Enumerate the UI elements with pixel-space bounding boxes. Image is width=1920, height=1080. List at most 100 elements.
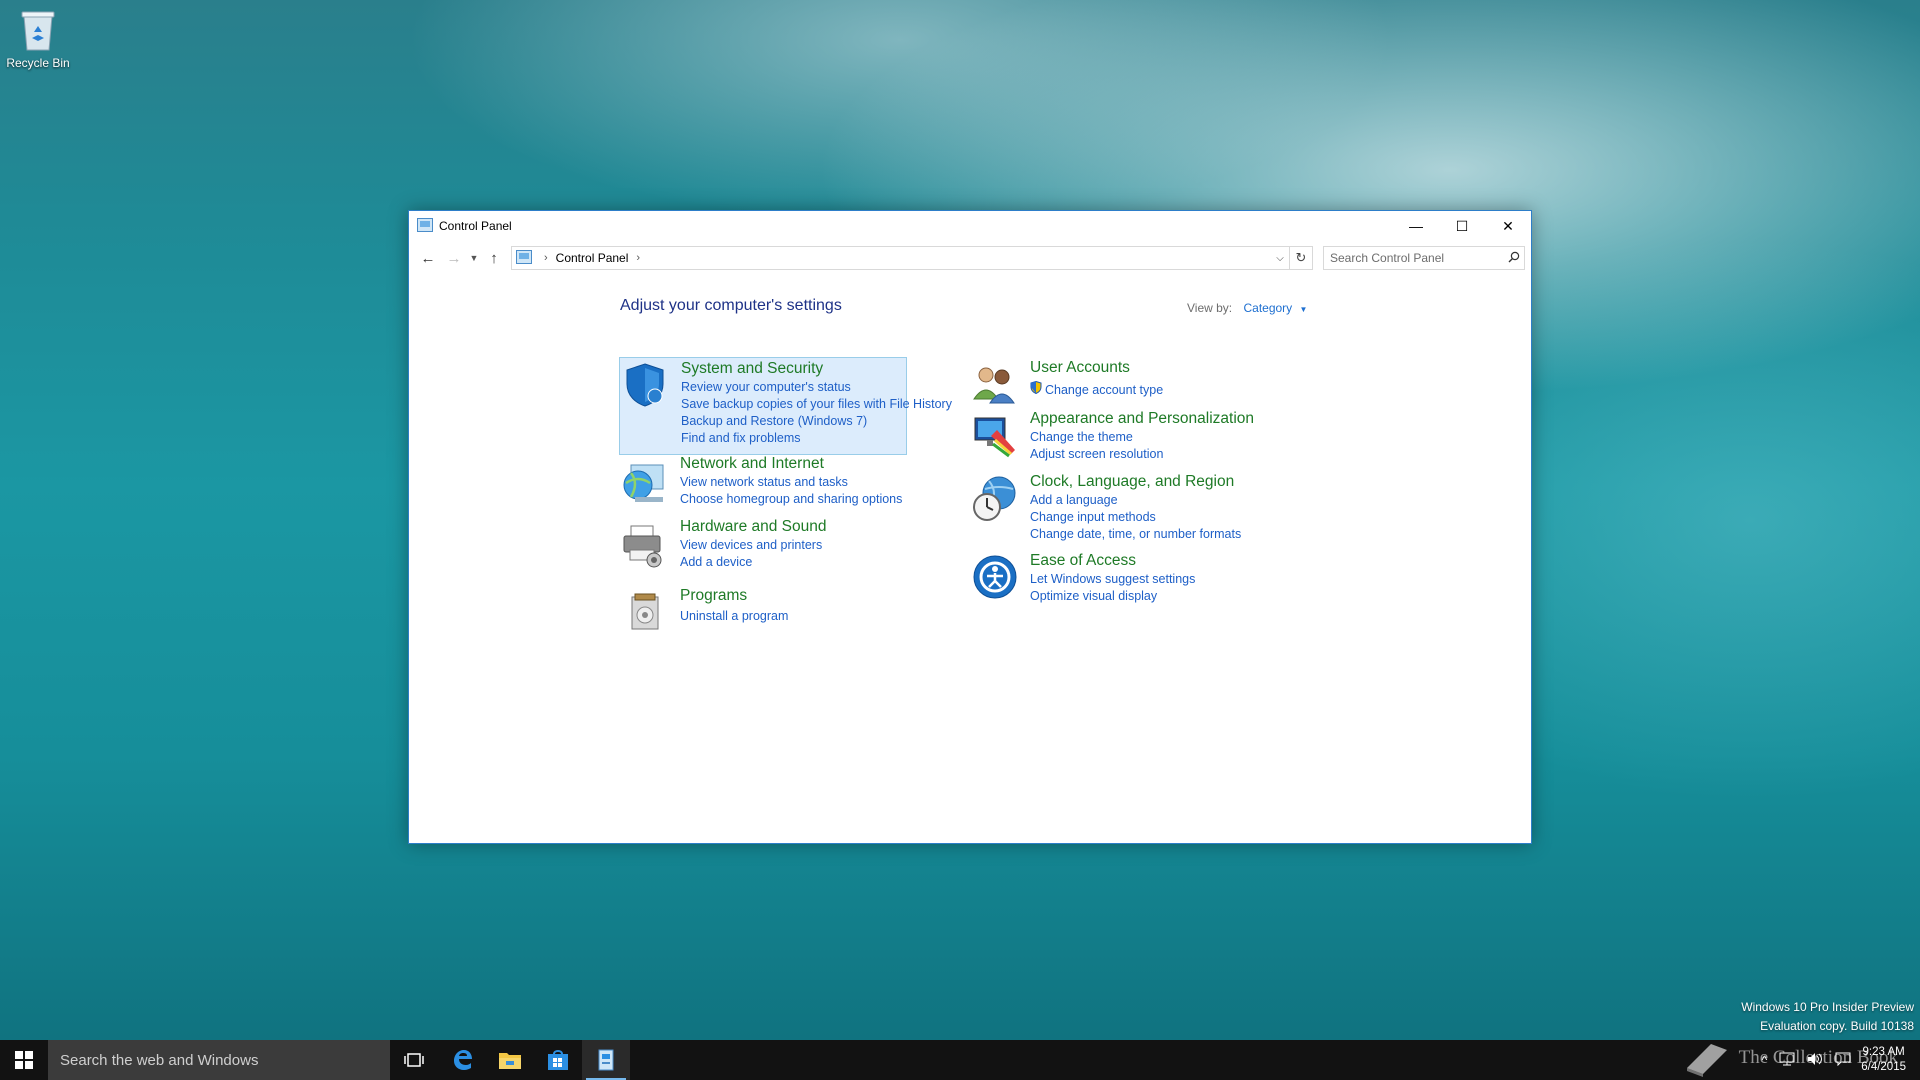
task-view-button[interactable]: [390, 1040, 438, 1080]
link-network-status[interactable]: View network status and tasks: [680, 474, 902, 491]
forward-button[interactable]: →: [441, 245, 467, 271]
arrow-left-icon: ←: [420, 249, 436, 267]
control-panel-location-icon: [516, 249, 532, 267]
title-bar[interactable]: Control Panel — ☐ ✕: [409, 211, 1531, 241]
link-file-history[interactable]: Save backup copies of your files with Fi…: [681, 396, 952, 413]
back-button[interactable]: ←: [415, 245, 441, 271]
category-programs[interactable]: Programs Uninstall a program: [620, 585, 906, 633]
close-icon: ✕: [1502, 217, 1514, 234]
view-by-dropdown[interactable]: Category: [1243, 301, 1292, 315]
link-input-methods[interactable]: Change input methods: [1030, 509, 1241, 526]
link-homegroup[interactable]: Choose homegroup and sharing options: [680, 491, 902, 508]
control-panel-taskbar-button[interactable]: [582, 1040, 630, 1080]
breadcrumb-control-panel[interactable]: Control Panel: [556, 251, 629, 265]
store-button[interactable]: [534, 1040, 582, 1080]
category-title[interactable]: Network and Internet: [680, 455, 824, 473]
category-system-and-security[interactable]: System and Security Review your computer…: [619, 357, 952, 455]
window-title: Control Panel: [439, 219, 512, 233]
watermark-line-edition: Windows 10 Pro Insider Preview: [1741, 1000, 1914, 1014]
windows-logo-icon: [15, 1051, 33, 1069]
category-title[interactable]: Hardware and Sound: [680, 518, 827, 536]
maximize-icon: ☐: [1455, 217, 1469, 234]
link-change-theme[interactable]: Change the theme: [1030, 429, 1163, 446]
network-globe-icon: [621, 461, 669, 509]
category-hardware-and-sound[interactable]: Hardware and Sound View devices and prin…: [620, 518, 906, 574]
arrow-right-icon: →: [446, 249, 462, 267]
category-title[interactable]: Clock, Language, and Region: [1030, 473, 1234, 491]
category-title[interactable]: Programs: [680, 587, 747, 605]
clock-date: 6/4/2015: [1861, 1061, 1906, 1073]
recycle-bin-icon: [21, 11, 55, 51]
refresh-button[interactable]: ↻: [1289, 247, 1312, 269]
clock-time: 9:23 AM: [1862, 1046, 1905, 1058]
taskbar-search-box[interactable]: Search the web and Windows: [48, 1040, 390, 1080]
category-user-accounts[interactable]: User Accounts Change account type: [970, 359, 1270, 405]
category-network-and-internet[interactable]: Network and Internet View network status…: [620, 455, 906, 511]
file-explorer-button[interactable]: [486, 1040, 534, 1080]
taskbar: Search the web and Windows The Collectio…: [0, 1040, 1920, 1080]
category-title[interactable]: Appearance and Personalization: [1030, 410, 1254, 428]
recycle-bin-desktop-icon[interactable]: Recycle Bin: [6, 8, 70, 70]
users-icon: [971, 363, 1019, 411]
network-icon: [1779, 1052, 1795, 1065]
link-add-device[interactable]: Add a device: [680, 554, 822, 571]
refresh-icon: ↻: [1295, 250, 1307, 265]
task-view-icon: [404, 1053, 424, 1067]
content-area: Adjust your computer's settings View by:…: [409, 275, 1531, 843]
shield-icon: [623, 362, 671, 410]
chevron-up-icon: ^: [1761, 1053, 1768, 1067]
search-icon[interactable]: [1504, 251, 1524, 266]
arrow-up-icon: ↑: [490, 249, 498, 267]
folder-icon: [499, 1053, 521, 1069]
category-clock-language-region[interactable]: Clock, Language, and Region Add a langua…: [970, 473, 1290, 541]
link-date-time-formats[interactable]: Change date, time, or number formats: [1030, 526, 1241, 543]
volume-tray-button[interactable]: [1807, 1052, 1823, 1069]
search-input[interactable]: [1324, 250, 1504, 266]
uac-shield-icon: [1030, 380, 1042, 399]
up-button[interactable]: ↑: [481, 245, 507, 271]
store-icon: [548, 1050, 568, 1070]
view-by-control: View by: Category ▼: [1187, 301, 1307, 315]
recycle-bin-label: Recycle Bin: [6, 56, 70, 70]
link-change-account-type[interactable]: Change account type: [1045, 382, 1163, 399]
maximize-button[interactable]: ☐: [1439, 211, 1485, 241]
link-suggest-settings[interactable]: Let Windows suggest settings: [1030, 571, 1195, 588]
link-devices-printers[interactable]: View devices and printers: [680, 537, 822, 554]
breadcrumb-chevron-icon[interactable]: ›: [636, 252, 640, 264]
control-panel-icon: [417, 217, 433, 235]
close-button[interactable]: ✕: [1485, 211, 1531, 241]
address-dropdown-button[interactable]: ⌵: [1271, 253, 1289, 264]
notification-icon: [1835, 1052, 1851, 1066]
start-button[interactable]: [0, 1040, 48, 1080]
build-watermark: Windows 10 Pro Insider Preview Evaluatio…: [1741, 998, 1914, 1036]
category-title[interactable]: Ease of Access: [1030, 552, 1136, 570]
watermark-line-build: Evaluation copy. Build 10138: [1760, 1019, 1914, 1033]
printer-icon: [621, 522, 669, 570]
monitor-paint-icon: [971, 414, 1019, 462]
category-title[interactable]: System and Security: [681, 360, 823, 378]
link-backup-restore[interactable]: Backup and Restore (Windows 7): [681, 413, 952, 430]
link-find-fix-problems[interactable]: Find and fix problems: [681, 430, 952, 447]
caret-down-icon[interactable]: ▼: [1300, 305, 1308, 314]
recent-locations-button[interactable]: ▼: [467, 245, 481, 271]
link-add-language[interactable]: Add a language: [1030, 492, 1241, 509]
minimize-icon: —: [1409, 218, 1423, 234]
link-review-status[interactable]: Review your computer's status: [681, 379, 952, 396]
show-hidden-icons-button[interactable]: ^: [1762, 1053, 1768, 1067]
link-optimize-visual-display[interactable]: Optimize visual display: [1030, 588, 1195, 605]
category-title[interactable]: User Accounts: [1030, 359, 1130, 377]
taskbar-search-placeholder: Search the web and Windows: [60, 1051, 259, 1069]
link-uninstall-program[interactable]: Uninstall a program: [680, 608, 788, 625]
link-screen-resolution[interactable]: Adjust screen resolution: [1030, 446, 1163, 463]
category-ease-of-access[interactable]: Ease of Access Let Windows suggest setti…: [970, 552, 1290, 605]
minimize-button[interactable]: —: [1393, 211, 1439, 241]
clock-globe-icon: [971, 475, 1019, 523]
address-bar[interactable]: › Control Panel › ⌵ ↻: [511, 246, 1313, 270]
taskbar-clock[interactable]: 9:23 AM 6/4/2015: [1861, 1045, 1906, 1075]
network-tray-button[interactable]: [1779, 1052, 1795, 1069]
navigation-bar: ← → ▼ ↑ › Control Panel › ⌵ ↻: [409, 241, 1531, 275]
category-appearance-and-personalization[interactable]: Appearance and Personalization Change th…: [970, 410, 1290, 463]
search-box[interactable]: [1323, 246, 1525, 270]
action-center-button[interactable]: [1835, 1052, 1851, 1069]
edge-browser-button[interactable]: [438, 1040, 486, 1080]
